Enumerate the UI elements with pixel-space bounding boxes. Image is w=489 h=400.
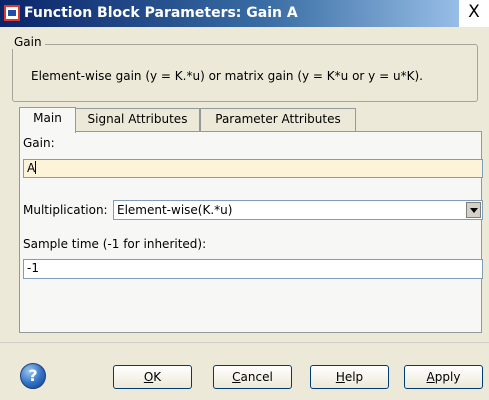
- block-description: Element-wise gain (y = K.*u) or matrix g…: [31, 69, 423, 83]
- gain-label: Gain:: [23, 136, 55, 150]
- cancel-mnemonic: C: [232, 370, 241, 384]
- dialog-window: Function Block Parameters: Gain A X Gain…: [0, 0, 489, 400]
- title-bar[interactable]: Function Block Parameters: Gain A X: [0, 0, 489, 27]
- multiplication-select[interactable]: Element-wise(K.*u): [113, 200, 483, 220]
- multiplication-label: Multiplication:: [23, 203, 108, 217]
- ok-label: K: [153, 370, 162, 384]
- tab-parameter-attributes[interactable]: Parameter Attributes: [200, 108, 356, 131]
- button-bar-divider: [0, 342, 489, 343]
- help-button[interactable]: Help: [310, 365, 389, 389]
- tab-main[interactable]: Main: [19, 107, 76, 133]
- text-caret: [35, 161, 37, 174]
- help-label: elp: [344, 370, 364, 384]
- multiplication-select-value: Element-wise(K.*u): [117, 203, 233, 217]
- close-button[interactable]: X: [459, 0, 489, 27]
- tab-label: Main: [33, 111, 62, 125]
- tab-label: Parameter Attributes: [215, 112, 341, 126]
- apply-mnemonic: A: [426, 370, 435, 384]
- sample-time-input[interactable]: -1: [23, 259, 483, 279]
- help-icon[interactable]: ?: [20, 363, 46, 389]
- tab-label: Signal Attributes: [87, 112, 188, 126]
- gain-input[interactable]: A: [23, 159, 483, 178]
- sample-time-label: Sample time (-1 for inherited):: [23, 237, 207, 251]
- apply-button[interactable]: Apply: [404, 365, 483, 389]
- gain-input-value: A: [27, 161, 36, 175]
- tab-signal-attributes[interactable]: Signal Attributes: [75, 108, 200, 131]
- ok-mnemonic: O: [143, 370, 154, 384]
- cancel-button[interactable]: Cancel: [213, 365, 292, 389]
- apply-label: pply: [434, 370, 461, 384]
- simulink-app-icon: [4, 5, 20, 21]
- window-title: Function Block Parameters: Gain A: [24, 5, 298, 21]
- cancel-label: ancel: [240, 370, 273, 384]
- help-mnemonic: H: [335, 370, 345, 384]
- ok-button[interactable]: OK: [113, 365, 192, 389]
- chevron-down-icon[interactable]: [466, 202, 481, 218]
- close-icon: X: [468, 2, 480, 22]
- sample-time-input-value: -1: [27, 261, 39, 275]
- groupbox-legend: Gain: [11, 35, 45, 49]
